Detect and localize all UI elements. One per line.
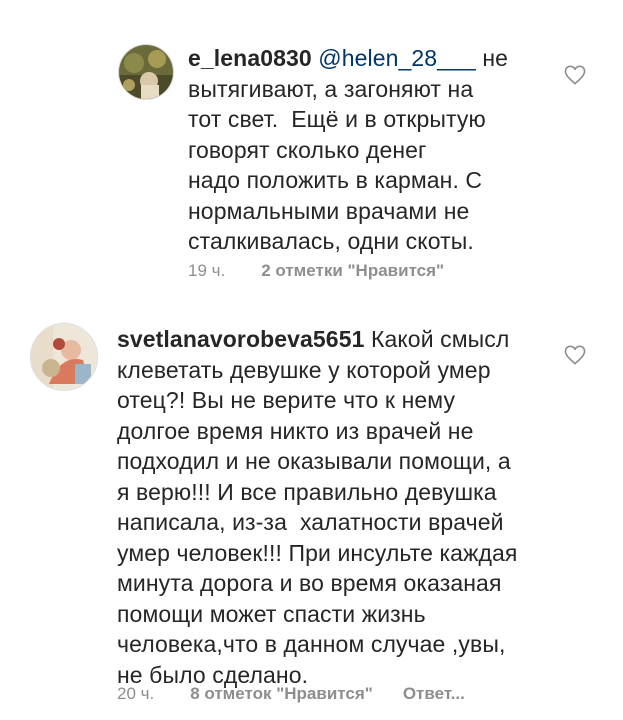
comment-text-line: долгое время никто из врачей не bbox=[117, 417, 474, 444]
comment-text-line: Какой смысл bbox=[364, 326, 510, 352]
user-avatar-photo-icon bbox=[119, 45, 173, 99]
comment-username[interactable]: e_lena0830 bbox=[188, 45, 312, 71]
likes-count-button[interactable]: 8 отметок "Нравится" bbox=[190, 684, 373, 703]
likes-count-button[interactable]: 2 отметки "Нравится" bbox=[261, 261, 444, 280]
comment-text-line: подходил и не оказывали помощи, а bbox=[117, 448, 511, 474]
comment-meta: 20 ч. 8 отметок "Нравится" Ответ... bbox=[117, 684, 465, 704]
comment-text-line: надо положить в карман. С bbox=[188, 167, 483, 193]
comment-text-line: отец?! Вы не верите что к нему bbox=[117, 387, 456, 413]
comment-text-line: помощи может спасти жизнь bbox=[117, 600, 426, 627]
comment-username[interactable]: svetlanavorobeva5651 bbox=[117, 326, 365, 352]
comment-text-line: тот свет. Ещё и в открытую bbox=[188, 106, 486, 132]
comment-text-line: написала, из-за халатности врачей bbox=[117, 509, 504, 535]
comment-text-line: человека,что в данном случае ,увы, bbox=[117, 631, 506, 657]
comment-time: 19 ч. bbox=[188, 261, 226, 280]
comment-text-line: вытягивают, а загоняют на bbox=[188, 75, 474, 102]
comment-text-line: нормальными врачами не bbox=[188, 197, 470, 224]
comment-text-line: клеветать девушке у которой умер bbox=[117, 356, 491, 383]
comment-text-line: не bbox=[475, 45, 509, 71]
heart-outline-icon[interactable] bbox=[564, 345, 586, 365]
comment-text-line: говорят сколько денег bbox=[188, 136, 427, 163]
comment-text: svetlanavorobeva5651 Какой смысл клевета… bbox=[117, 324, 587, 690]
avatar[interactable] bbox=[118, 44, 174, 100]
avatar[interactable] bbox=[30, 323, 98, 391]
comment-text-line: я верю!!! И все правильно девушка bbox=[117, 478, 497, 505]
user-avatar-photo-icon bbox=[31, 324, 97, 390]
comment-text: e_lena0830 @helen_28___ не вытягивают, а… bbox=[188, 43, 528, 257]
comment-time: 20 ч. bbox=[117, 684, 155, 703]
comment-meta: 19 ч. 2 отметки "Нравится" bbox=[188, 261, 444, 281]
heart-outline-icon[interactable] bbox=[564, 65, 586, 85]
comment-text-line: умер человек!!! При инсульте каждая bbox=[117, 539, 518, 566]
comment-mention[interactable]: @helen_28___ bbox=[318, 45, 476, 71]
comment-text-line: минута дорога и во время оказаная bbox=[117, 570, 502, 596]
reply-button[interactable]: Ответ... bbox=[403, 684, 465, 703]
comment-text-line: сталкивалась, одни скоты. bbox=[188, 228, 474, 254]
